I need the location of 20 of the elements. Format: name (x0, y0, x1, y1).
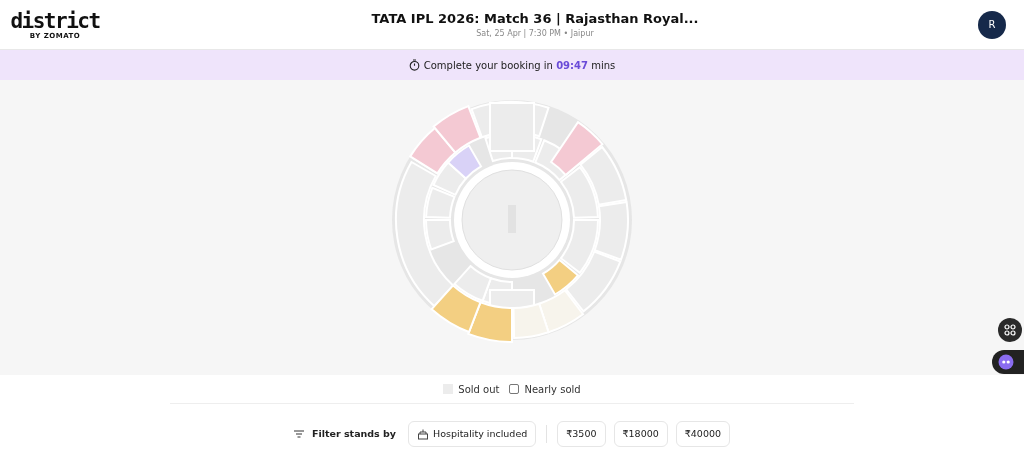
filter-label: Filter stands by (311, 428, 397, 439)
legend-label: Sold out (458, 383, 500, 395)
logo-text[interactable]: district (10, 9, 100, 32)
stopwatch-icon (408, 59, 420, 71)
dining-icon (417, 427, 430, 440)
mascot-icon (998, 354, 1014, 370)
event-title: TATA IPL 2026: Match 36 | Rajasthan Royal... (371, 11, 699, 26)
nearly-sold-swatch (509, 384, 520, 394)
timer-text: Complete your booking in 09:47 mins (423, 59, 616, 71)
legend-label: Nearly sold (524, 383, 581, 395)
filter-chip[interactable]: ₹18000 (613, 420, 668, 447)
filter-icon (293, 429, 304, 438)
filter-chip[interactable]: ₹40000 (675, 420, 731, 447)
filter-chip[interactable]: Hospitality included (408, 420, 537, 447)
assistant-button[interactable] (992, 350, 1024, 374)
filter-chip[interactable]: ₹3500 (557, 420, 606, 447)
grid-icon (1004, 324, 1016, 336)
event-details: Sat, 25 Apr | 7:30 PM • Jaipur (476, 29, 594, 38)
apps-button[interactable] (998, 318, 1022, 342)
profile-avatar[interactable]: R (978, 10, 1006, 39)
